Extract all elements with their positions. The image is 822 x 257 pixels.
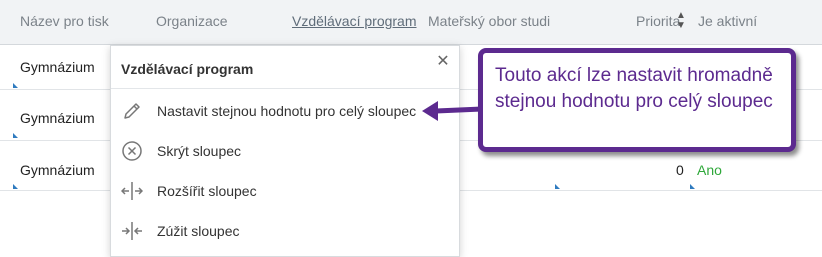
- pencil-icon: [124, 103, 140, 119]
- expand-column-icon: [121, 182, 143, 200]
- sort-icon[interactable]: ▲ ▼: [676, 11, 686, 31]
- cell-priority: 0: [676, 162, 684, 178]
- column-menu: Vzdělávací program ✕ Nastavit stejnou ho…: [110, 45, 460, 257]
- cell-print-name: Gymnázium: [20, 162, 95, 178]
- shrink-column-icon: [122, 222, 142, 240]
- table-header: Název pro tisk Organizace Vzdělávací pro…: [0, 0, 822, 45]
- menu-item-label: Zúžit sloupec: [157, 223, 240, 239]
- callout-text: Touto akcí lze nastavit hromadně stejnou…: [495, 65, 773, 112]
- cell-marker: [13, 133, 18, 138]
- cell-print-name: Gymnázium: [20, 59, 95, 75]
- annotation-callout: Touto akcí lze nastavit hromadně stejnou…: [478, 48, 796, 152]
- cell-marker: [13, 83, 18, 88]
- menu-item-shrink-column[interactable]: Zúžit sloupec: [111, 211, 459, 251]
- column-header-parent-field[interactable]: Mateřský obor studi: [428, 13, 556, 29]
- divider: [111, 88, 459, 89]
- cell-marker: [13, 184, 18, 189]
- hide-circle-x-icon: [122, 141, 142, 161]
- column-header-education-program[interactable]: Vzdělávací program: [292, 13, 420, 29]
- callout-arrow: [422, 101, 485, 121]
- column-menu-title: Vzdělávací program: [121, 61, 254, 77]
- column-header-print-name[interactable]: Název pro tisk: [20, 13, 150, 29]
- menu-item-hide-column[interactable]: Skrýt sloupec: [111, 131, 459, 171]
- cell-marker: [690, 184, 695, 189]
- cell-marker: [555, 184, 560, 189]
- column-header-organization[interactable]: Organizace: [156, 13, 286, 29]
- menu-item-set-same-value[interactable]: Nastavit stejnou hodnotu pro celý sloupe…: [111, 91, 459, 131]
- cell-print-name: Gymnázium: [20, 110, 95, 126]
- menu-item-label: Skrýt sloupec: [157, 143, 242, 159]
- menu-item-label: Rozšířit sloupec: [157, 183, 257, 199]
- close-icon[interactable]: ✕: [435, 54, 451, 70]
- menu-item-expand-column[interactable]: Rozšířit sloupec: [111, 171, 459, 211]
- cell-active: Ano: [697, 162, 722, 178]
- column-header-active[interactable]: Je aktivní: [698, 13, 798, 29]
- menu-item-label: Nastavit stejnou hodnotu pro celý sloupe…: [157, 103, 417, 119]
